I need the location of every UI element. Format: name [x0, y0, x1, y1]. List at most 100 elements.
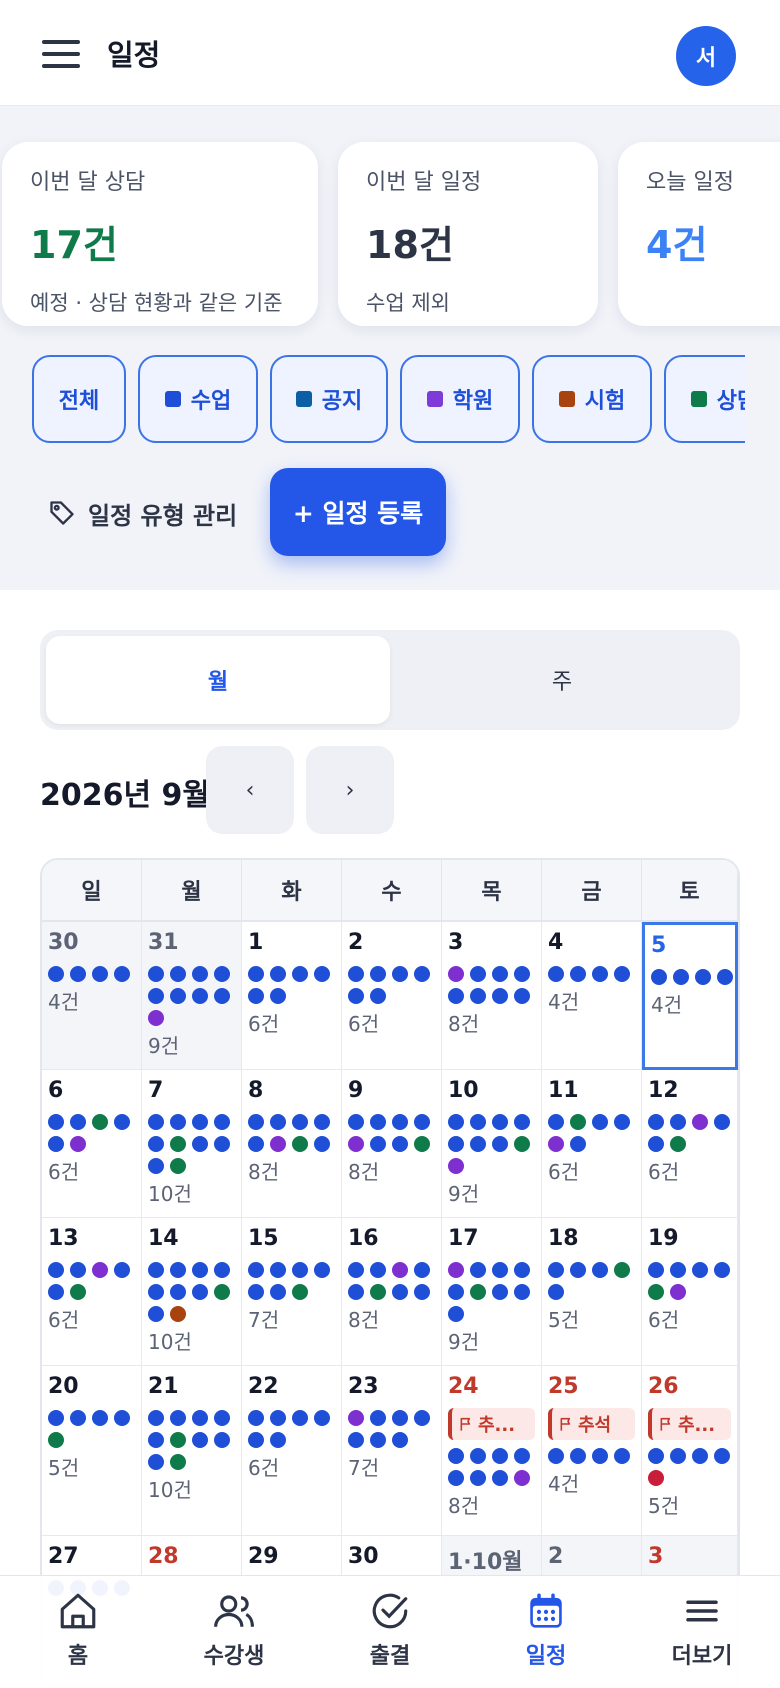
calendar-day[interactable]: 11 6건 — [542, 1070, 642, 1218]
avatar[interactable]: 서 — [676, 26, 736, 86]
event-count: 6건 — [248, 1012, 280, 1036]
stat-card-consult[interactable]: 이번 달 상담 17건 예정 · 상담 현황과 같은 기준 — [2, 142, 318, 326]
calendar-day[interactable]: 10 9건 — [442, 1070, 542, 1218]
holiday-badge[interactable]: 추석 — [548, 1408, 635, 1440]
calendar-day[interactable]: 31 9건 — [142, 922, 242, 1070]
next-month-button[interactable]: › — [306, 746, 394, 834]
menu-icon[interactable] — [42, 40, 80, 68]
chip-label: 학원 — [452, 389, 494, 414]
calendar-day[interactable]: 26 추... 5건 — [642, 1366, 738, 1536]
calendar-day[interactable]: 24 추... 8건 — [442, 1366, 542, 1536]
tab-label: 홈 — [67, 1644, 89, 1669]
calendar-day[interactable]: 13 6건 — [42, 1218, 142, 1366]
manage-types-link[interactable]: 일정 유형 관리 — [30, 470, 245, 556]
calendar-day[interactable]: 7 10건 — [142, 1070, 242, 1218]
event-dot — [292, 1284, 308, 1300]
tab-more[interactable]: 더보기 — [624, 1576, 780, 1688]
event-count: 8건 — [248, 1160, 280, 1184]
bottom-tab-bar: 홈 수강생 출결 일정 더보기 — [0, 1575, 780, 1688]
view-toggle-week[interactable]: 주 — [390, 636, 734, 724]
weekday-header: 월 — [142, 860, 242, 922]
day-number: 22 — [248, 1374, 279, 1399]
event-dot — [470, 1448, 486, 1464]
calendar-day[interactable]: 3 8건 — [442, 922, 542, 1070]
calendar-day[interactable]: 17 9건 — [442, 1218, 542, 1366]
calendar-day[interactable]: 30 4건 — [42, 922, 142, 1070]
tab-home[interactable]: 홈 — [0, 1576, 156, 1688]
calendar-day[interactable]: 21 10건 — [142, 1366, 242, 1536]
filter-chip-exam[interactable]: 시험 — [532, 355, 652, 443]
calendar-day[interactable]: 22 6건 — [242, 1366, 342, 1536]
calendar-day[interactable]: 9 8건 — [342, 1070, 442, 1218]
event-dots — [548, 1262, 640, 1300]
calendar-day-today[interactable]: 5 4건 — [642, 922, 738, 1070]
event-dot — [648, 1448, 664, 1464]
calendar-day[interactable]: 8 8건 — [242, 1070, 342, 1218]
event-dot — [392, 1136, 408, 1152]
calendar-day[interactable]: 25 추석 4건 — [542, 1366, 642, 1536]
filter-chip-academy[interactable]: 학원 — [400, 355, 520, 443]
event-dot — [92, 1410, 108, 1426]
event-dot — [170, 1136, 186, 1152]
event-dot — [673, 969, 689, 985]
event-dot — [148, 1306, 164, 1322]
calendar-day[interactable]: 4 4건 — [542, 922, 642, 1070]
event-dot — [514, 1284, 530, 1300]
calendar-day[interactable]: 15 7건 — [242, 1218, 342, 1366]
day-number: 21 — [148, 1374, 179, 1399]
event-dot — [214, 1284, 230, 1300]
add-event-button[interactable]: + 일정 등록 — [270, 468, 446, 556]
calendar-day[interactable]: 12 6건 — [642, 1070, 738, 1218]
flag-icon — [660, 1417, 671, 1431]
calendar-day[interactable]: 19 6건 — [642, 1218, 738, 1366]
filter-chip-all[interactable]: 전체 — [32, 355, 126, 443]
event-dot — [214, 1410, 230, 1426]
filter-chip-consult[interactable]: 상담 — [664, 355, 745, 443]
prev-month-button[interactable]: ‹ — [206, 746, 294, 834]
calendar-day[interactable]: 20 5건 — [42, 1366, 142, 1536]
filter-chip-class[interactable]: 수업 — [138, 355, 258, 443]
weekday-header: 목 — [442, 860, 542, 922]
event-dots — [48, 1114, 140, 1152]
event-dot — [292, 1262, 308, 1278]
event-dot — [392, 1432, 408, 1448]
event-dots — [148, 1262, 240, 1322]
day-number: 15 — [248, 1226, 279, 1251]
filter-chip-notice[interactable]: 공지 — [270, 355, 388, 443]
calendar-day[interactable]: 14 10건 — [142, 1218, 242, 1366]
event-dot — [470, 1470, 486, 1486]
chip-label: 시험 — [584, 389, 626, 414]
event-dot — [214, 966, 230, 982]
calendar-day[interactable]: 16 8건 — [342, 1218, 442, 1366]
calendar-day[interactable]: 18 5건 — [542, 1218, 642, 1366]
event-dot — [648, 1136, 664, 1152]
event-dot — [114, 1262, 130, 1278]
event-dot — [692, 1262, 708, 1278]
view-toggle-month[interactable]: 월 — [46, 636, 390, 724]
calendar-day[interactable]: 1 6건 — [242, 922, 342, 1070]
event-dot — [714, 1262, 730, 1278]
day-number: 20 — [48, 1374, 79, 1399]
holiday-badge[interactable]: 추... — [448, 1408, 535, 1440]
event-count: 9건 — [448, 1182, 480, 1206]
event-dots — [548, 1448, 640, 1464]
event-dot — [92, 1262, 108, 1278]
tab-students[interactable]: 수강생 — [156, 1576, 312, 1688]
event-dot — [348, 988, 364, 1004]
event-dot — [148, 966, 164, 982]
stat-card-today[interactable]: 오늘 일정 4건 — [618, 142, 780, 326]
stat-label: 이번 달 일정 — [366, 170, 482, 195]
calendar-day[interactable]: 23 7건 — [342, 1366, 442, 1536]
event-dot — [348, 966, 364, 982]
event-dots — [48, 1262, 140, 1300]
event-dot — [348, 1432, 364, 1448]
tab-schedule[interactable]: 일정 — [468, 1576, 624, 1688]
calendar-day[interactable]: 2 6건 — [342, 922, 442, 1070]
tab-attendance[interactable]: 출결 — [312, 1576, 468, 1688]
holiday-label: 추... — [678, 1415, 716, 1436]
event-count: 5건 — [648, 1494, 680, 1518]
event-dot — [48, 1284, 64, 1300]
stat-card-month[interactable]: 이번 달 일정 18건 수업 제외 — [338, 142, 598, 326]
holiday-badge[interactable]: 추... — [648, 1408, 731, 1440]
calendar-day[interactable]: 6 6건 — [42, 1070, 142, 1218]
